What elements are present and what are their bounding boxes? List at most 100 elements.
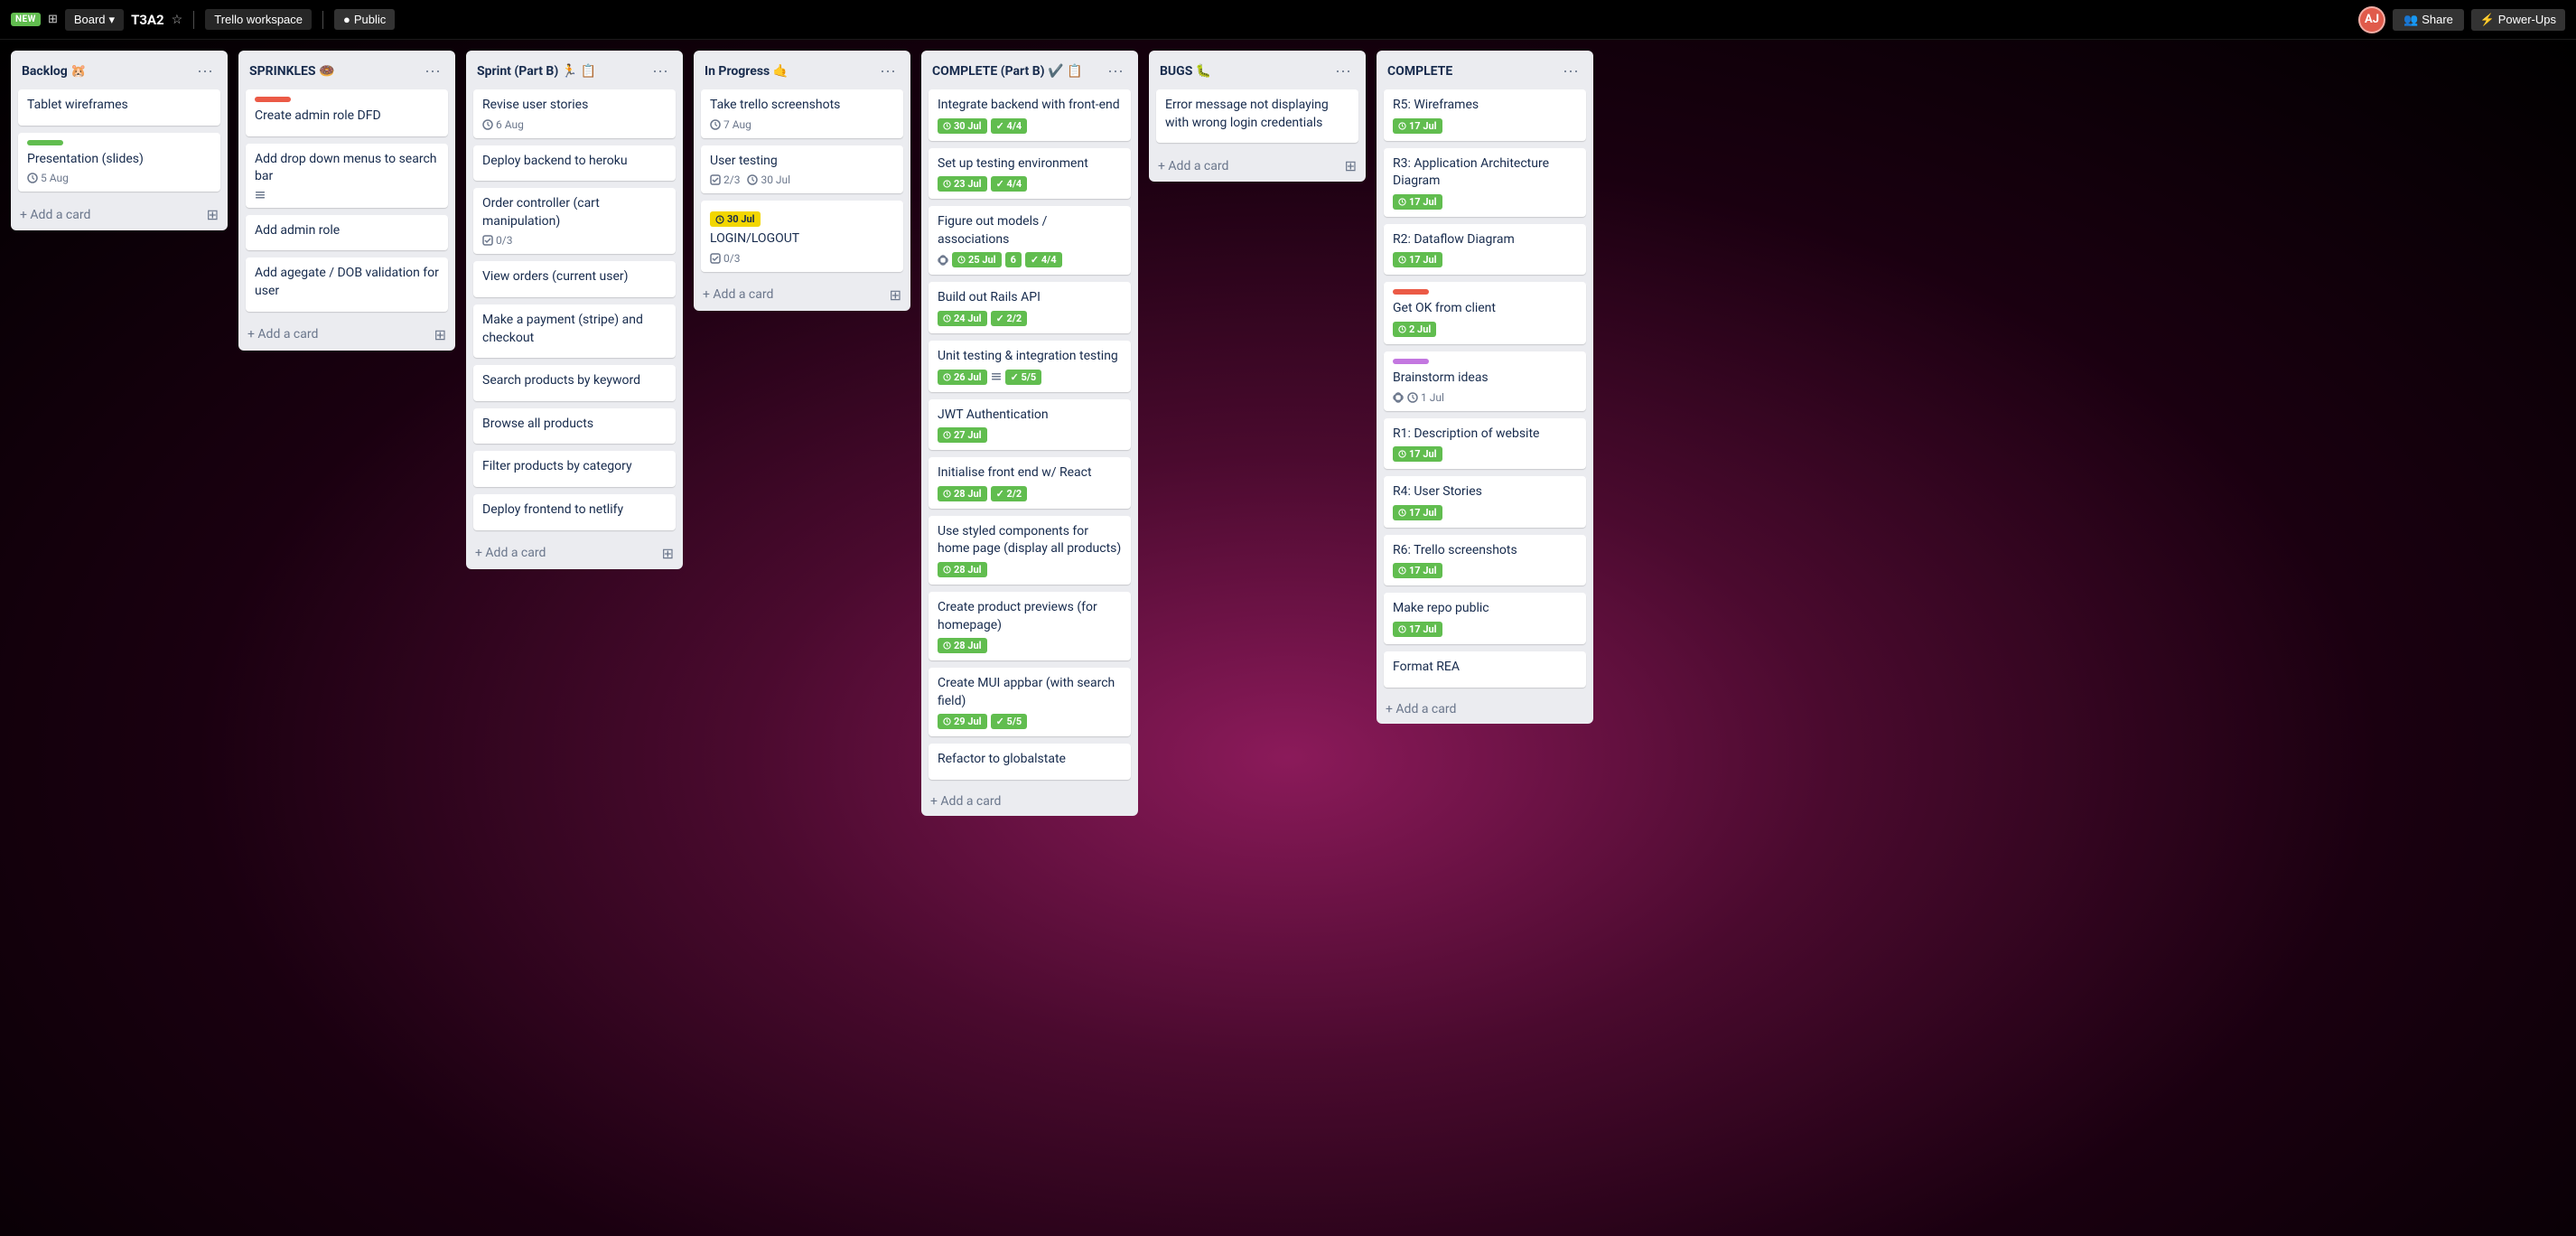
card-r6-trello-screenshots[interactable]: R6: Trello screenshots 17 Jul [1384, 535, 1586, 586]
add-card-template-icon-ip: ⊞ [890, 286, 901, 304]
list-header-backlog: Backlog 🐹 ··· [11, 51, 228, 89]
header-right: AJ 👥 Share ⚡ Power-Ups [2358, 6, 2565, 33]
card-unit-testing[interactable]: Unit testing & integration testing 26 Ju… [929, 341, 1131, 392]
list-menu-complete-b[interactable]: ··· [1104, 60, 1127, 82]
card-browse-all-products[interactable]: Browse all products [473, 408, 676, 445]
star-icon[interactable]: ☆ [172, 13, 183, 27]
card-r5-wireframes[interactable]: R5: Wireframes 17 Jul [1384, 89, 1586, 141]
list-complete-r: COMPLETE ··· R5: Wireframes 17 Jul R3: A… [1377, 51, 1593, 724]
add-card-template-icon-sp: ⊞ [662, 545, 674, 562]
list-menu-in-progress[interactable]: ··· [876, 60, 900, 82]
card-agegate-dob[interactable]: Add agegate / DOB validation for user [246, 258, 448, 311]
list-menu-sprinkles[interactable]: ··· [421, 60, 444, 82]
card-revise-user-stories[interactable]: Revise user stories 6 Aug [473, 89, 676, 138]
list-cards-sprinkles: Create admin role DFD Add drop down menu… [238, 89, 455, 319]
list-menu-sprint-b[interactable]: ··· [649, 60, 672, 82]
add-card-template-icon: ⊞ [207, 206, 219, 223]
card-meta: 5 Aug [27, 172, 211, 184]
share-button[interactable]: 👥 Share [2393, 9, 2464, 31]
list-cards-backlog: Tablet wireframes Presentation (slides) … [11, 89, 228, 199]
add-card-complete-r[interactable]: + Add a card [1377, 695, 1593, 724]
badge-yellow-date: 30 Jul [710, 211, 761, 227]
add-card-in-progress[interactable]: + Add a card ⊞ [694, 279, 910, 311]
list-title-backlog: Backlog 🐹 [22, 64, 193, 79]
list-cards-in-progress: Take trello screenshots 7 Aug User testi… [694, 89, 910, 279]
list-title-complete-r: COMPLETE [1387, 64, 1559, 79]
card-label-green [27, 140, 63, 145]
list-header-bugs: BUGS 🐛 ··· [1149, 51, 1366, 89]
list-title-bugs: BUGS 🐛 [1160, 64, 1331, 79]
card-brainstorm[interactable]: Brainstorm ideas 1 Jul [1384, 351, 1586, 411]
card-init-react[interactable]: Initialise front end w/ React 28 Jul ✓ 2… [929, 457, 1131, 509]
card-r4-user-stories[interactable]: R4: User Stories 17 Jul [1384, 476, 1586, 528]
board-title: T3A2 [131, 12, 164, 28]
add-card-backlog[interactable]: + Add a card ⊞ [11, 199, 228, 230]
list-header-in-progress: In Progress 🤙 ··· [694, 51, 910, 89]
card-drop-down-menus[interactable]: Add drop down menus to search bar [246, 144, 448, 208]
board-menu-button[interactable]: Board ▾ [65, 9, 124, 31]
card-r2-dataflow[interactable]: R2: Dataflow Diagram 17 Jul [1384, 224, 1586, 276]
card-label-red2 [1393, 289, 1429, 295]
card-search-products-keyword[interactable]: Search products by keyword [473, 365, 676, 401]
card-models-associations[interactable]: Figure out models / associations 25 Jul … [929, 206, 1131, 275]
list-cards-sprint-b: Revise user stories 6 Aug Deploy backend… [466, 89, 683, 538]
list-cards-complete-r: R5: Wireframes 17 Jul R3: Application Ar… [1377, 89, 1593, 695]
card-login-logout[interactable]: 30 Jul LOGIN/LOGOUT 0/3 [701, 201, 903, 272]
list-header-sprint-b: Sprint (Part B) 🏃 📋 ··· [466, 51, 683, 89]
list-header-complete-b: COMPLETE (Part B) ✔️ 📋 ··· [921, 51, 1138, 89]
power-ups-icon: ⚡ [2480, 13, 2495, 26]
list-menu-complete-r[interactable]: ··· [1559, 60, 1582, 82]
list-header-complete-r: COMPLETE ··· [1377, 51, 1593, 89]
card-view-orders[interactable]: View orders (current user) [473, 261, 676, 297]
add-card-sprint-b[interactable]: + Add a card ⊞ [466, 538, 683, 569]
list-cards-bugs: Error message not displaying with wrong … [1149, 89, 1366, 150]
power-ups-button[interactable]: ⚡ Power-Ups [2471, 9, 2565, 31]
list-cards-complete-b: Integrate backend with front-end 30 Jul … [921, 89, 1138, 787]
add-card-sprinkles[interactable]: + Add a card ⊞ [238, 319, 455, 351]
card-refactor-globalstate[interactable]: Refactor to globalstate [929, 744, 1131, 780]
card-jwt-auth[interactable]: JWT Authentication 27 Jul [929, 399, 1131, 451]
header-divider2 [322, 11, 323, 29]
visibility-button[interactable]: ● Public [334, 9, 395, 30]
card-label-purple [1393, 359, 1429, 364]
card-integrate-backend-frontend[interactable]: Integrate backend with front-end 30 Jul … [929, 89, 1131, 141]
card-make-repo-public[interactable]: Make repo public 17 Jul [1384, 593, 1586, 644]
card-r3-architecture[interactable]: R3: Application Architecture Diagram 17 … [1384, 148, 1586, 217]
card-label-red [255, 97, 291, 102]
list-sprint-b: Sprint (Part B) 🏃 📋 ··· Revise user stor… [466, 51, 683, 569]
card-r1-description[interactable]: R1: Description of website 17 Jul [1384, 418, 1586, 470]
card-setup-testing[interactable]: Set up testing environment 23 Jul ✓ 4/4 [929, 148, 1131, 200]
add-card-complete-b[interactable]: + Add a card [921, 787, 1138, 816]
card-get-ok-client[interactable]: Get OK from client 2 Jul [1384, 282, 1586, 344]
card-filter-products-category[interactable]: Filter products by category [473, 451, 676, 487]
list-menu-bugs[interactable]: ··· [1331, 60, 1355, 82]
card-rails-api[interactable]: Build out Rails API 24 Jul ✓ 2/2 [929, 282, 1131, 333]
card-format-rea[interactable]: Format REA [1384, 651, 1586, 688]
card-mui-appbar[interactable]: Create MUI appbar (with search field) 29… [929, 668, 1131, 736]
workspace-button[interactable]: Trello workspace [205, 9, 312, 30]
list-menu-backlog[interactable]: ··· [193, 60, 217, 82]
card-user-testing[interactable]: User testing 2/3 30 Jul [701, 145, 903, 194]
card-tablet-wireframes[interactable]: Tablet wireframes [18, 89, 220, 126]
list-title-sprinkles: SPRINKLES 🍩 [249, 64, 421, 79]
add-card-template-icon-bugs: ⊞ [1345, 157, 1357, 174]
add-card-template-icon-s: ⊞ [434, 326, 446, 343]
card-admin-role-dfd[interactable]: Create admin role DFD [246, 89, 448, 136]
new-badge: NEW [11, 13, 41, 26]
card-trello-screenshots[interactable]: Take trello screenshots 7 Aug [701, 89, 903, 138]
list-backlog: Backlog 🐹 ··· Tablet wireframes Presenta… [11, 51, 228, 230]
card-payment-stripe[interactable]: Make a payment (stripe) and checkout [473, 304, 676, 358]
list-title-in-progress: In Progress 🤙 [705, 64, 876, 79]
card-product-previews[interactable]: Create product previews (for homepage) 2… [929, 592, 1131, 660]
list-in-progress: In Progress 🤙 ··· Take trello screenshot… [694, 51, 910, 311]
header-divider [193, 11, 194, 29]
card-presentation-slides[interactable]: Presentation (slides) 5 Aug [18, 133, 220, 192]
card-order-controller[interactable]: Order controller (cart manipulation) 0/3 [473, 188, 676, 254]
card-error-message[interactable]: Error message not displaying with wrong … [1156, 89, 1358, 143]
card-deploy-frontend[interactable]: Deploy frontend to netlify [473, 494, 676, 530]
card-add-admin-role[interactable]: Add admin role [246, 215, 448, 251]
board-area: Backlog 🐹 ··· Tablet wireframes Presenta… [0, 40, 2576, 1236]
card-deploy-backend[interactable]: Deploy backend to heroku [473, 145, 676, 182]
add-card-bugs[interactable]: + Add a card ⊞ [1149, 150, 1366, 182]
card-styled-components[interactable]: Use styled components for home page (dis… [929, 516, 1131, 585]
